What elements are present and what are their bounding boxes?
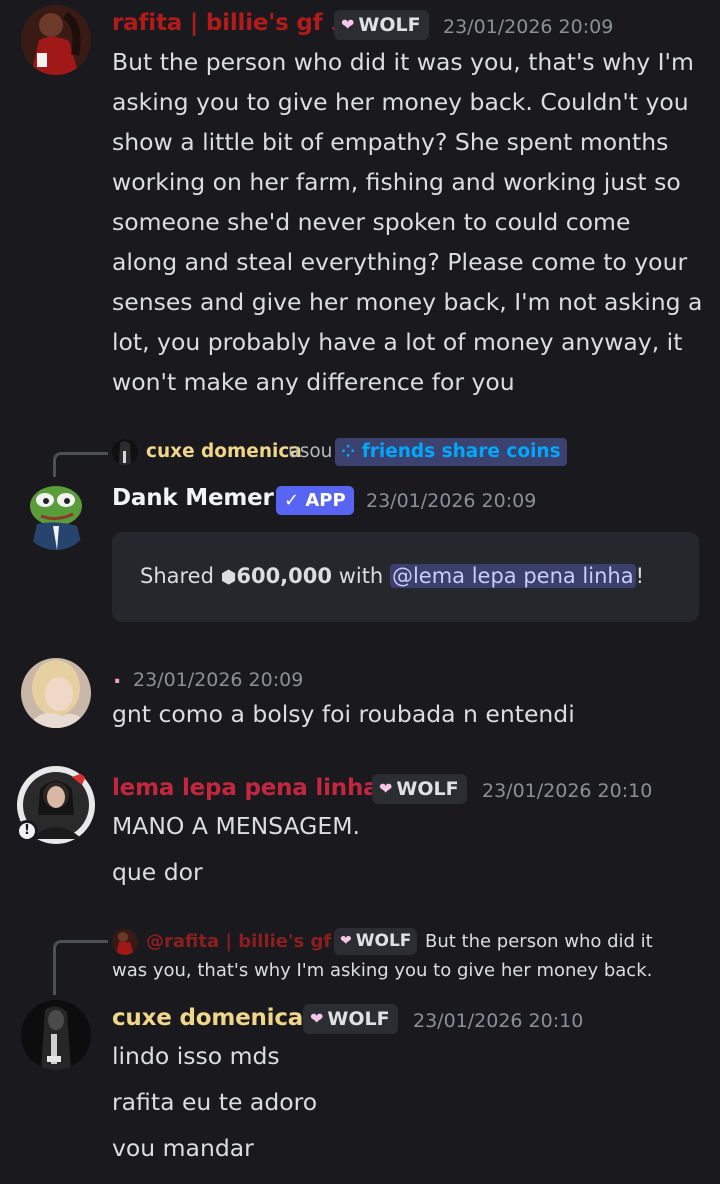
heart-icon: ❤ [310,1009,324,1028]
timestamp[interactable]: 23/01/2026 20:09 [443,16,613,38]
message-line: gnt como a bolsy foi roubada n entendi [112,700,575,728]
reply-preview-cont[interactable]: was you, that's why I'm asking you to gi… [112,960,652,981]
message-line: vou mandar [112,1134,254,1162]
heart-icon: ❤ [340,933,352,949]
message-line: lindo isso mds [112,1042,280,1070]
message-line: MANO A MENSAGEM. [112,812,360,840]
avatar-dank-memer[interactable] [21,480,91,550]
interaction-user[interactable]: cuxe domenica [146,441,302,462]
author-name[interactable]: cuxe domenica [112,1005,303,1031]
embed-card: Shared ⬢600,000 with @lema lepa pena lin… [112,532,699,622]
heart-icon: ❤ [379,779,393,798]
author-name[interactable]: lema lepa pena linha [112,775,379,801]
role-tag[interactable]: ❤ WOLF [372,774,467,804]
message-line: rafita eu te adoro [112,1088,318,1116]
author-name[interactable]: . [113,664,121,689]
heart-icon: ❤ [341,15,355,34]
role-tag-label: WOLF [327,1008,390,1030]
command-chip[interactable]: ⁘ friends share coins [335,438,567,466]
role-tag[interactable]: ❤ WOLF [334,10,429,40]
command-name: friends share coins [361,441,561,462]
reply-preview[interactable]: But the person who did it [425,931,653,952]
app-badge: ✓ APP [276,486,354,515]
timestamp[interactable]: 23/01/2026 20:10 [482,780,652,802]
role-tag[interactable]: ❤ WOLF [303,1004,398,1034]
embed-prefix: Shared [140,564,214,588]
avatar-dot-user[interactable] [21,658,91,728]
reply-connector [53,940,108,995]
reply-author[interactable]: @rafita | billie's gf ♪ [146,931,349,952]
message-line: show a little bit of empathy? She spent … [112,128,669,156]
reply-role-tag-label: WOLF [355,931,412,951]
reply-role-tag: ❤ WOLF [334,928,418,955]
coin-icon: ⬢ [220,567,237,588]
message-line: won't make any difference for you [112,368,515,396]
timestamp[interactable]: 23/01/2026 20:09 [133,669,303,691]
reply-connector [53,452,108,477]
message-line: But the person who did it was you, that'… [112,48,694,76]
embed-suffix: ! [635,564,645,588]
interaction-verb: usou [288,441,333,462]
message-line: someone she'd never spoken to could come [112,208,631,236]
timestamp[interactable]: 23/01/2026 20:09 [366,490,536,512]
apps-icon: ⁘ [341,442,356,462]
role-tag-label: WOLF [358,14,421,36]
user-mention[interactable]: @lema lepa pena linha [389,564,636,588]
avatar-cuxe[interactable] [21,1000,91,1070]
author-name[interactable]: rafita | billie's gf ♪ [112,10,345,36]
avatar-cuxe-small[interactable] [112,439,138,465]
embed-with: with [338,564,384,588]
message-line: que dor [112,858,203,886]
message-line: asking you to give her money back. Could… [112,88,689,116]
embed-text: Shared ⬢600,000 with @lema lepa pena lin… [140,564,644,588]
timestamp[interactable]: 23/01/2026 20:10 [413,1010,583,1032]
avatar-rafita[interactable] [21,5,91,75]
author-name[interactable]: Dank Memer [112,485,274,511]
message-line: along and steal everything? Please come … [112,248,688,276]
role-tag-label: WOLF [396,778,459,800]
avatar-rafita-small[interactable] [112,929,138,955]
message-line: working on her farm, fishing and working… [112,168,681,196]
status-icon: ! [16,820,38,842]
coin-amount: 600,000 [236,564,332,588]
message-line: senses and give her money back, I'm not … [112,288,703,316]
message-line: lot, you probably have a lot of money an… [112,328,683,356]
